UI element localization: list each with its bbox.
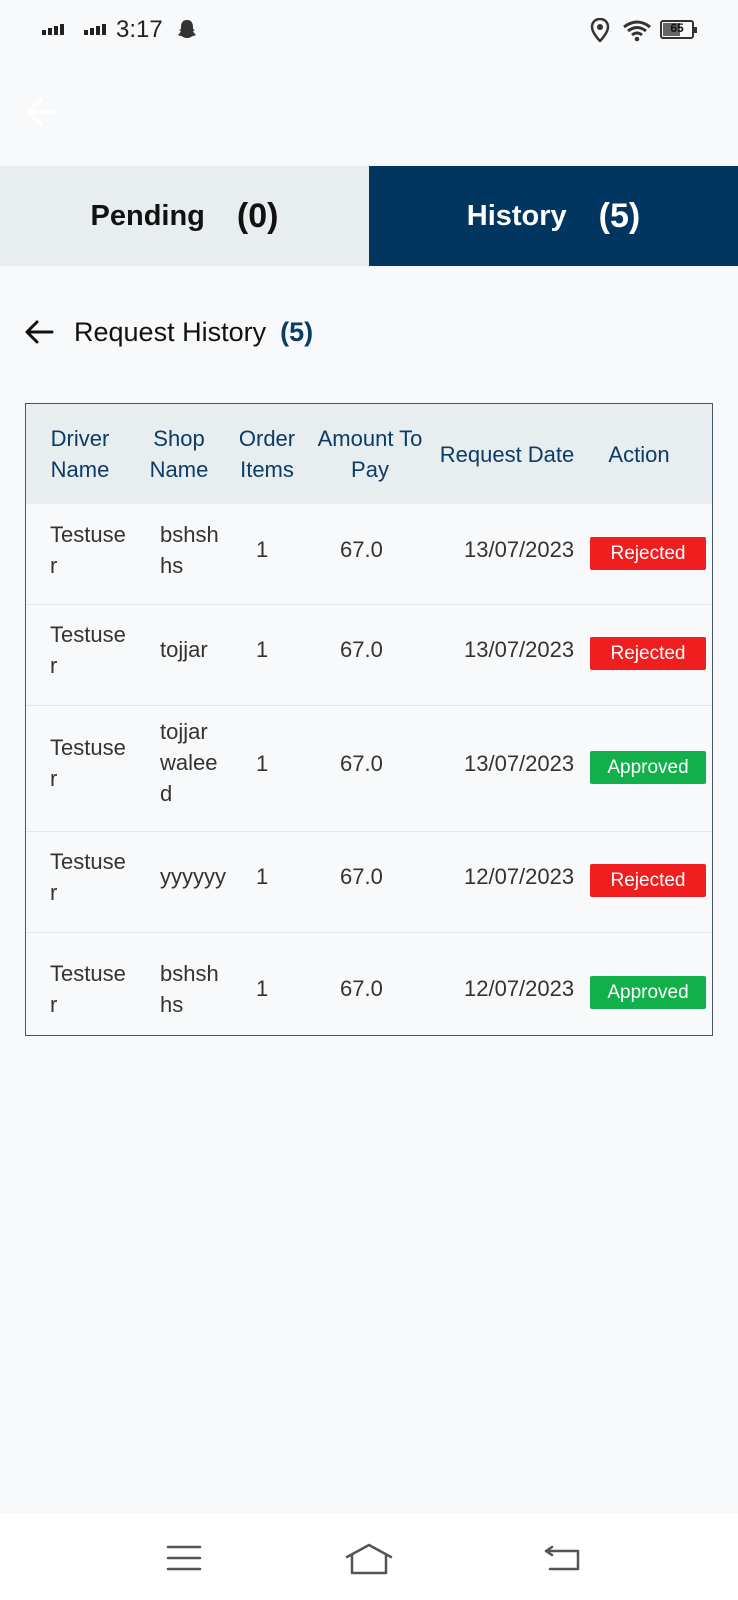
header-shop-name: Shop Name	[149, 426, 209, 482]
cell-amount: 67.0	[340, 751, 383, 776]
cell-amount: 67.0	[340, 637, 383, 662]
status-bar: 3:17 65	[0, 0, 738, 60]
tab-history[interactable]: History (5)	[369, 166, 738, 266]
cell-request-date: 13/07/2023	[464, 637, 575, 662]
tab-pending[interactable]: Pending (0)	[0, 166, 369, 266]
cell-shop-name: tojjar waleed	[160, 719, 218, 806]
cell-amount: 67.0	[340, 976, 383, 1001]
section-title: Request History	[74, 316, 267, 347]
home-icon[interactable]	[344, 1543, 394, 1577]
cell-driver-name: Testuser	[50, 735, 126, 791]
cell-driver-name: Testuser	[50, 849, 126, 905]
table-row: Testuser yyyyyy 1 67.0 12/07/2023 Reject…	[26, 832, 712, 933]
status-badge[interactable]: Approved	[590, 976, 706, 1009]
status-badge[interactable]: Rejected	[590, 864, 706, 897]
cell-driver-name: Testuser	[50, 961, 126, 1017]
cell-order-items: 1	[256, 637, 269, 662]
cell-shop-name: bshshhs	[160, 522, 219, 578]
clock-time: 3:17	[116, 16, 163, 43]
table-row: Testuser bshshhs 1 67.0 12/07/2023 Appro…	[26, 933, 712, 1035]
table-header: Driver Name Shop Name Order Items Amount To…	[26, 404, 712, 504]
header-amount-to-pay: Amount To Pay	[317, 426, 423, 482]
request-history-table: Driver Name Shop Name Order Items Amount To…	[25, 403, 713, 1036]
cell-amount: 67.0	[340, 537, 383, 562]
table-row: Testuser tojjar waleed 1 67.0 13/07/2023…	[26, 706, 712, 832]
header-request-date: Request Date	[439, 442, 575, 467]
cell-shop-name: bshshhs	[160, 961, 219, 1017]
status-badge[interactable]: Rejected	[590, 537, 706, 570]
cell-order-items: 1	[256, 537, 269, 562]
cell-shop-name: tojjar	[160, 637, 208, 662]
location-icon	[590, 18, 610, 42]
header-order-items: Order Items	[238, 426, 296, 482]
cell-order-items: 1	[256, 976, 269, 1001]
cell-driver-name: Testuser	[50, 522, 126, 578]
cell-request-date: 12/07/2023	[464, 864, 575, 889]
cell-order-items: 1	[256, 864, 269, 889]
menu-icon[interactable]	[166, 1543, 202, 1573]
cell-order-items: 1	[256, 751, 269, 776]
wifi-icon	[623, 20, 651, 42]
table-row: Testuser bshshhs 1 67.0 13/07/2023 Rejec…	[26, 504, 712, 605]
status-badge[interactable]: Rejected	[590, 637, 706, 670]
section-count: (5)	[280, 316, 314, 347]
cell-shop-name: yyyyyy	[160, 864, 226, 889]
cell-request-date: 13/07/2023	[464, 537, 575, 562]
arrow-left-icon[interactable]	[22, 315, 56, 349]
battery-icon: 65	[660, 20, 697, 39]
snapchat-icon	[178, 20, 196, 38]
battery-level: 65	[670, 21, 684, 35]
arrow-left-icon[interactable]	[20, 92, 60, 132]
header-action: Action	[608, 442, 670, 467]
tab-history-count: (5)	[598, 196, 641, 235]
back-icon[interactable]	[544, 1543, 582, 1573]
cell-request-date: 13/07/2023	[464, 751, 575, 776]
header-driver-name: Driver Name	[50, 426, 110, 482]
system-nav-bar	[0, 1513, 738, 1600]
cell-request-date: 12/07/2023	[464, 976, 575, 1001]
tab-bar: Pending (0) History (5)	[0, 166, 738, 266]
signal-icon	[42, 24, 64, 35]
tab-history-label: History	[466, 199, 567, 232]
section-header: Request History (5)	[22, 312, 313, 352]
table-row: Testuser tojjar 1 67.0 13/07/2023 Reject…	[26, 605, 712, 706]
signal-icon	[84, 24, 106, 35]
status-badge[interactable]: Approved	[590, 751, 706, 784]
tab-pending-count: (0)	[236, 196, 279, 235]
cell-driver-name: Testuser	[50, 622, 126, 678]
cell-amount: 67.0	[340, 864, 383, 889]
tab-pending-label: Pending	[90, 199, 205, 232]
